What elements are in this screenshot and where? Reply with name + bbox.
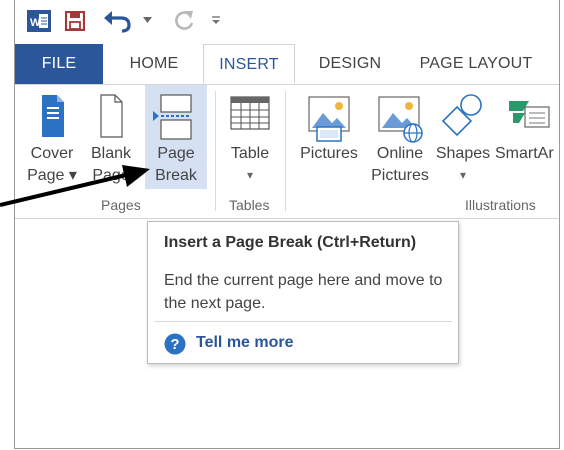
- group-label-pages: Pages: [101, 197, 141, 213]
- cover-page-button[interactable]: Cover Page ▾: [23, 85, 81, 193]
- customize-toolbar-icon[interactable]: [211, 15, 221, 25]
- pictures-label: Pictures: [300, 145, 358, 162]
- table-label: Table: [230, 145, 270, 162]
- page-break-tooltip: Insert a Page Break (Ctrl+Return) End th…: [147, 221, 459, 364]
- group-label-tables: Tables: [229, 197, 270, 213]
- cover-page-label-2: Page ▾: [27, 167, 77, 184]
- svg-text:?: ?: [170, 336, 179, 353]
- page-break-icon: [153, 94, 192, 140]
- blank-page-label-2: Page: [92, 167, 130, 184]
- tab-design[interactable]: DESIGN: [305, 44, 395, 84]
- help-icon[interactable]: ?: [164, 333, 186, 355]
- chevron-down-icon[interactable]: [143, 17, 152, 23]
- blank-page-icon: [100, 94, 123, 138]
- cover-page-icon: [42, 95, 64, 137]
- save-icon[interactable]: [65, 11, 85, 31]
- blank-page-label-1: Blank: [90, 145, 132, 162]
- shapes-icon: [441, 94, 482, 137]
- table-icon: [230, 96, 270, 130]
- undo-icon[interactable]: [103, 9, 133, 33]
- page-break-button[interactable]: Page Break: [145, 85, 207, 189]
- insert-ribbon: Cover Page ▾ Blank Page Page Break Pages: [15, 85, 559, 219]
- shapes-dropdown-arrow: ▾: [459, 168, 467, 182]
- word-icon[interactable]: W: [27, 10, 51, 32]
- group-divider: [285, 91, 286, 211]
- shapes-button[interactable]: Shapes ▾: [433, 85, 493, 193]
- redo-icon: [175, 11, 194, 30]
- svg-text:W: W: [30, 17, 41, 29]
- tooltip-title: Insert a Page Break (Ctrl+Return): [164, 234, 417, 251]
- cover-page-label-1: Cover: [30, 145, 74, 162]
- pictures-button[interactable]: Pictures: [295, 85, 363, 193]
- ribbon-tabs: FILE HOME INSERT DESIGN PAGE LAYOUT: [15, 44, 559, 85]
- tell-me-more-link[interactable]: Tell me more: [196, 334, 294, 352]
- blank-page-button[interactable]: Blank Page: [85, 85, 137, 193]
- pictures-icon: [308, 96, 350, 142]
- tab-file[interactable]: FILE: [15, 44, 103, 84]
- group-label-illustrations: Illustrations: [465, 197, 536, 213]
- tooltip-description: End the current page here and move to th…: [164, 272, 443, 312]
- page-break-label-1: Page: [157, 145, 195, 162]
- tab-page-layout[interactable]: PAGE LAYOUT: [411, 44, 541, 84]
- online-pictures-label-1: Online: [376, 145, 424, 162]
- smartart-label: SmartAr: [495, 145, 554, 162]
- online-pictures-button[interactable]: Online Pictures: [367, 85, 433, 193]
- page-break-label-2: Break: [155, 167, 197, 184]
- tooltip-divider: [154, 321, 452, 322]
- online-pictures-icon: [378, 96, 423, 143]
- tab-insert[interactable]: INSERT: [203, 44, 295, 84]
- online-pictures-label-2: Pictures: [371, 167, 429, 184]
- smartart-icon: [509, 101, 550, 128]
- tab-home[interactable]: HOME: [111, 44, 197, 84]
- shapes-label: Shapes: [435, 145, 491, 162]
- group-divider: [215, 91, 216, 211]
- table-dropdown-arrow: ▾: [246, 168, 254, 182]
- table-button[interactable]: Table ▾: [221, 85, 279, 193]
- smartart-button[interactable]: SmartAr: [493, 85, 559, 193]
- word-window: W FILE HOME INSERT DESIGN PAGE LAYOUT Co…: [14, 0, 560, 449]
- quick-access-toolbar: W: [15, 0, 559, 44]
